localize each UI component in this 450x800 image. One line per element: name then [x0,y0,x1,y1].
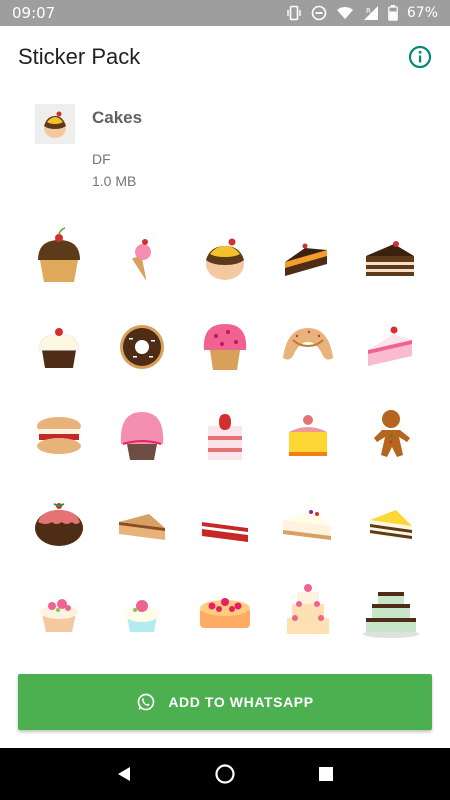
info-icon[interactable] [408,45,432,69]
sticker-item [349,303,432,391]
page-title: Sticker Pack [18,44,141,69]
sticker-item [184,391,267,479]
home-icon[interactable] [214,763,236,785]
ice-cream-cone-sticker [132,239,152,282]
sticker-item [184,215,267,303]
cupcake-cherry-2-sticker [38,328,80,368]
sticker-item [18,391,101,479]
strawberry-cake-slice-sticker [367,326,412,366]
battery-icon [388,5,398,21]
cake-icon [44,111,66,138]
sticker-item [184,303,267,391]
sticker-item [101,479,184,567]
wifi-icon [336,6,353,19]
cupcake-cherry-sticker [38,227,81,282]
sticker-item [101,303,184,391]
layered-chocolate-slice-sticker [365,241,414,276]
sticker-item [101,391,184,479]
sticker-item [101,215,184,303]
fruit-tart-sticker [288,415,327,456]
sticker-item [266,567,349,655]
battery-percent: 67% [406,5,438,21]
frosted-bun-sticker [205,238,244,280]
sticker-item [349,479,432,567]
sticker-item [266,303,349,391]
sticker-grid [18,215,432,655]
sticker-pack-header: Cakes DF 1.0 MB [35,104,425,194]
status-bar: 09:07 R 67% [0,0,450,26]
strawberry-layer-cake-sticker [207,414,242,460]
caramel-cake-slice-sticker [119,514,166,540]
rose-cupcake-sticker [40,599,79,632]
sticker-item [266,215,349,303]
pack-size: 1.0 MB [92,173,137,189]
macaron-sticker [37,417,82,454]
svg-text:R: R [366,7,371,15]
sticker-item [349,215,432,303]
do-not-disturb-icon [311,5,327,21]
tiered-rose-cake-sticker [286,584,329,634]
add-to-whatsapp-button[interactable]: ADD TO WHATSAPP [18,674,432,730]
christmas-pudding-sticker [35,503,84,546]
tiramisu-slice-sticker [369,510,412,540]
pink-cupcake-sticker [121,412,164,460]
pack-name: Cakes [92,108,143,127]
chocolate-donut-sticker [120,325,165,369]
add-button-label: ADD TO WHATSAPP [168,694,314,710]
sticker-item [349,567,432,655]
status-icons: R 67% [286,5,438,21]
sticker-item [18,479,101,567]
signal-roaming-icon: R [363,6,378,20]
sticker-item [184,479,267,567]
sticker-item [266,391,349,479]
croissant-sticker [282,328,333,360]
recents-icon[interactable] [317,765,335,783]
rose-cake-sticker [199,598,250,628]
mint-cupcake-sticker [125,600,160,632]
cheesecake-slice-sticker [282,510,331,540]
sticker-item [18,567,101,655]
back-icon[interactable] [115,765,133,783]
gingerbread-man-sticker [373,410,410,457]
vibrate-icon [287,5,301,21]
status-time: 09:07 [12,4,56,22]
pack-tray-image [35,104,75,144]
chocolate-cake-slice-sticker [284,243,327,276]
sticker-item [18,215,101,303]
pink-muffin-sticker [203,324,247,370]
sticker-item [101,567,184,655]
sticker-item [349,391,432,479]
app-bar: Sticker Pack [0,26,450,88]
tiered-chocolate-cake-sticker [362,592,419,638]
sticker-item [18,303,101,391]
pack-publisher: DF [92,151,111,167]
sticker-item [184,567,267,655]
sticker-item [266,479,349,567]
navigation-bar [0,748,450,800]
whatsapp-icon [137,693,155,711]
red-velvet-slice-sticker [201,514,248,542]
